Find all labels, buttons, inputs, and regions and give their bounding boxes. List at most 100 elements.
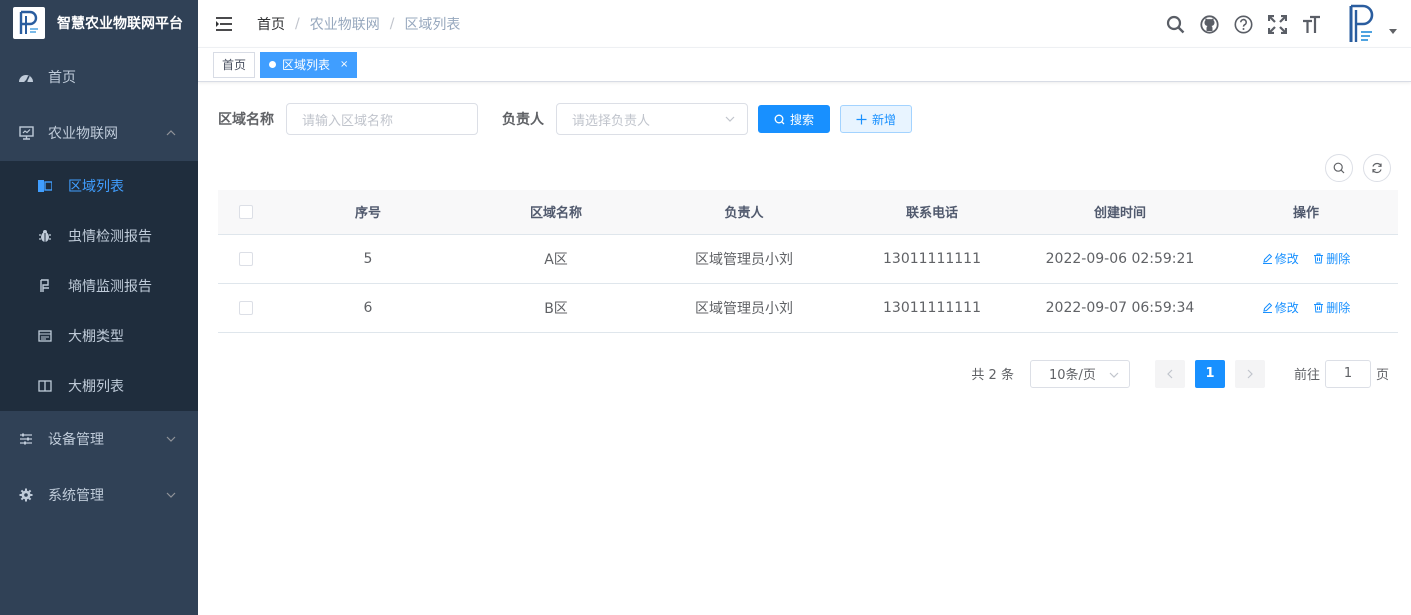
edit-icon xyxy=(1262,253,1272,264)
page-size-value: 10条/页 xyxy=(1048,368,1096,383)
breadcrumb-region-list: 区域列表 xyxy=(404,16,461,33)
page-unit-label: 页 xyxy=(1375,368,1389,383)
sidebar-item-pest-report[interactable]: 虫情检测报告 xyxy=(0,211,198,261)
caret-down-icon xyxy=(1389,28,1397,34)
navbar-right xyxy=(1165,0,1411,48)
soil-icon xyxy=(38,279,52,293)
sidebar-item-greenhouse-list[interactable]: 大棚列表 xyxy=(0,361,198,411)
owner-placeholder: 请选择负责人 xyxy=(572,113,651,129)
filter-form: 区域名称 请输入区域名称 负责人 请选择负责人 搜索 新增 xyxy=(218,103,1391,135)
col-created: 创建时间 xyxy=(1026,190,1214,235)
help-icon[interactable] xyxy=(1233,14,1253,34)
region-icon xyxy=(38,179,52,193)
fullscreen-icon[interactable] xyxy=(1267,14,1287,34)
table-row: 5 A区 区域管理员小刘 13011111111 2022-09-06 02:5… xyxy=(218,234,1398,284)
sliders-icon xyxy=(18,431,34,447)
brand-logo xyxy=(13,6,45,39)
sidebar-item-label: 区域列表 xyxy=(68,179,124,195)
add-button[interactable]: 新增 xyxy=(840,105,913,133)
edit-button[interactable]: 修改 xyxy=(1262,299,1299,316)
sidebar-item-soil-report[interactable]: 墒情监测报告 xyxy=(0,261,198,311)
sidebar-item-greenhouse-type[interactable]: 大棚类型 xyxy=(0,311,198,361)
cell-phone: 13011111111 xyxy=(838,234,1026,284)
page-jumper: 前往 1 页 xyxy=(1294,359,1389,388)
prev-page-button[interactable] xyxy=(1154,359,1185,388)
edit-label: 修改 xyxy=(1274,300,1299,315)
sidebar-item-device-mgmt[interactable]: 设备管理 xyxy=(0,411,198,467)
github-icon[interactable] xyxy=(1199,14,1219,34)
page-number-current[interactable]: 1 xyxy=(1194,359,1225,388)
search-icon[interactable] xyxy=(1165,14,1185,34)
page-size-select[interactable]: 10条/页 xyxy=(1029,359,1130,388)
app: 智慧农业物联网平台 首页 农业物联网 区域列表 虫情检测报告 墒情监测报告 大棚… xyxy=(0,0,1411,615)
search-button[interactable]: 搜索 xyxy=(758,105,831,133)
region-table: 序号 区域名称 负责人 联系电话 创建时间 操作 5 A区 区域管理员小刘 13… xyxy=(218,190,1398,333)
refresh-button[interactable] xyxy=(1363,154,1391,182)
tag-home[interactable]: 首页 xyxy=(213,51,256,78)
delete-button[interactable]: 删除 xyxy=(1313,299,1350,316)
table-header-row: 序号 区域名称 负责人 联系电话 创建时间 操作 xyxy=(218,190,1398,235)
sidebar-item-label: 首页 xyxy=(48,70,76,86)
owner-select[interactable]: 请选择负责人 xyxy=(556,103,748,135)
font-size-icon[interactable] xyxy=(1301,14,1321,34)
trash-icon xyxy=(1314,302,1324,312)
avatar-dropdown[interactable] xyxy=(1345,4,1397,44)
hamburger-icon[interactable] xyxy=(215,16,233,32)
sidebar-item-region-list[interactable]: 区域列表 xyxy=(0,161,198,211)
delete-label: 删除 xyxy=(1326,300,1351,315)
chevron-left-icon xyxy=(1167,369,1173,378)
pagination: 共 2 条 10条/页 1 前往 1 页 xyxy=(218,359,1391,388)
sidebar-item-label: 墒情监测报告 xyxy=(68,279,152,295)
breadcrumb-agri-iot: 农业物联网 xyxy=(309,16,380,33)
sidebar: 智慧农业物联网平台 首页 农业物联网 区域列表 虫情检测报告 墒情监测报告 大棚… xyxy=(0,0,198,615)
cell-phone: 13011111111 xyxy=(838,283,1026,333)
tag-label: 首页 xyxy=(222,57,247,72)
settings-icon xyxy=(18,487,34,503)
sidebar-item-system-mgmt[interactable]: 系统管理 xyxy=(0,467,198,523)
dashboard-icon xyxy=(18,69,34,85)
delete-button[interactable]: 删除 xyxy=(1313,250,1350,267)
goto-page-input[interactable]: 1 xyxy=(1324,359,1371,388)
brand[interactable]: 智慧农业物联网平台 xyxy=(0,0,198,45)
sidebar-item-label: 系统管理 xyxy=(48,488,104,504)
avatar xyxy=(1345,4,1379,44)
edit-label: 修改 xyxy=(1274,251,1299,266)
cell-created: 2022-09-07 06:59:34 xyxy=(1026,283,1214,333)
next-page-button[interactable] xyxy=(1234,359,1265,388)
chevron-right-icon xyxy=(1247,369,1253,378)
greenhouse-type-icon xyxy=(38,329,52,343)
cell-owner: 区域管理员小刘 xyxy=(650,234,838,284)
cell-index: 5 xyxy=(274,234,462,284)
select-all-checkbox[interactable] xyxy=(239,204,253,219)
table-row: 6 B区 区域管理员小刘 13011111111 2022-09-07 06:5… xyxy=(218,283,1398,333)
content: 区域名称 请输入区域名称 负责人 请选择负责人 搜索 新增 序号 区域名称 负责… xyxy=(198,82,1411,408)
toggle-search-button[interactable] xyxy=(1325,154,1353,182)
sidebar-item-home[interactable]: 首页 xyxy=(0,49,198,105)
sidebar-item-agri-iot[interactable]: 农业物联网 xyxy=(0,105,198,161)
breadcrumb: 首页 / 农业物联网 / 区域列表 xyxy=(257,14,460,34)
cell-created: 2022-09-06 02:59:21 xyxy=(1026,234,1214,284)
tag-region-list[interactable]: 区域列表 × xyxy=(260,51,358,78)
plus-icon xyxy=(856,114,867,124)
brand-title: 智慧农业物联网平台 xyxy=(57,15,183,32)
tag-label: 区域列表 xyxy=(282,57,331,72)
chevron-down-icon xyxy=(166,492,176,498)
search-button-label: 搜索 xyxy=(790,112,815,127)
close-icon[interactable]: × xyxy=(340,53,348,77)
cell-region-name: A区 xyxy=(462,234,650,284)
edit-button[interactable]: 修改 xyxy=(1262,250,1299,267)
sidebar-item-label: 设备管理 xyxy=(48,432,104,448)
trash-icon xyxy=(1314,253,1324,263)
breadcrumb-home[interactable]: 首页 xyxy=(257,14,285,34)
chevron-up-icon xyxy=(166,130,176,136)
navbar: 首页 / 农业物联网 / 区域列表 xyxy=(198,0,1411,48)
row-checkbox[interactable] xyxy=(239,300,253,315)
col-phone: 联系电话 xyxy=(838,190,1026,235)
region-name-input[interactable]: 请输入区域名称 xyxy=(286,103,478,135)
main: 首页 / 农业物联网 / 区域列表 首页 区域列表 × 区域名称 请输入区域名称… xyxy=(198,0,1411,615)
table-toolbar xyxy=(218,154,1391,184)
sidebar-item-label: 虫情检测报告 xyxy=(68,229,152,245)
row-checkbox[interactable] xyxy=(239,251,253,266)
cell-region-name: B区 xyxy=(462,283,650,333)
chevron-down-icon xyxy=(725,116,735,122)
